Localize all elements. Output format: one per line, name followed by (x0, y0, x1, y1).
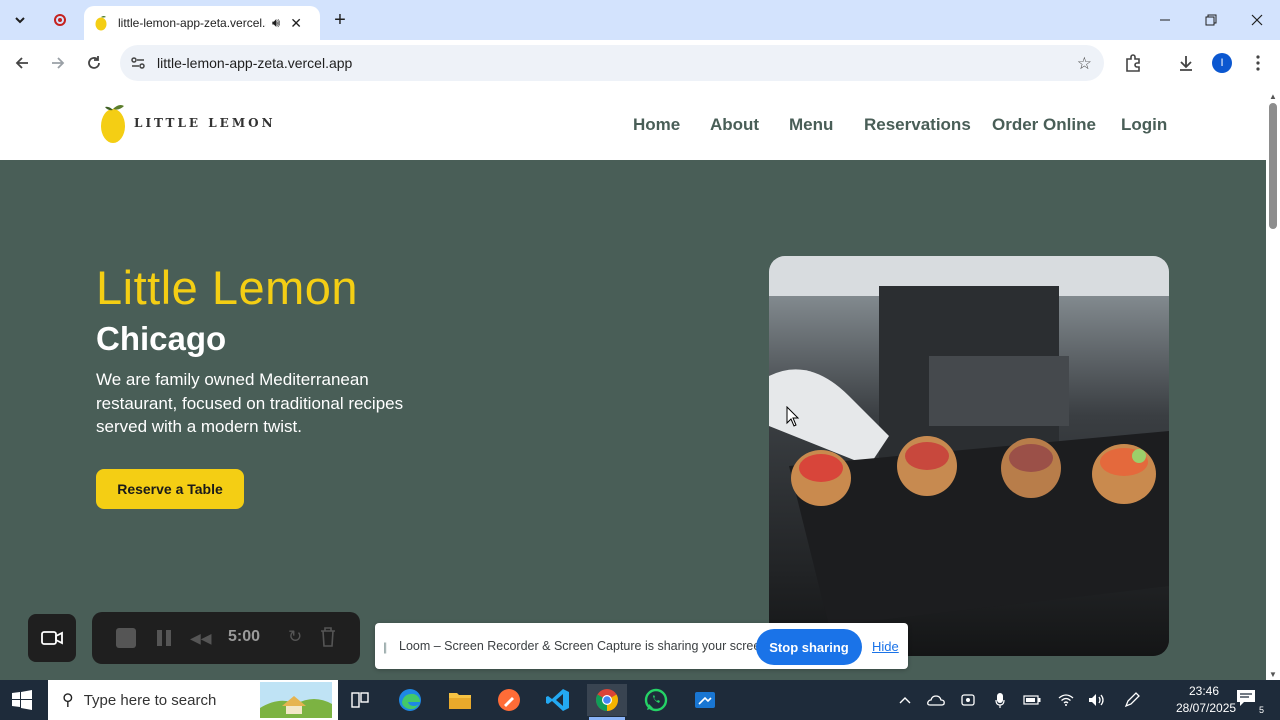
tab-active[interactable]: little-lemon-app-zeta.vercel.app 🔊︎ ✕ (84, 6, 320, 40)
action-center-button[interactable]: 5 (1236, 689, 1264, 715)
whatsapp-icon[interactable] (636, 684, 676, 716)
chrome-icon[interactable] (587, 684, 627, 720)
puzzle-icon (1126, 54, 1140, 72)
taskbar-search[interactable]: ⚲ Type here to search (48, 680, 338, 720)
search-highlight-image-icon (260, 682, 332, 718)
tab-title: little-lemon-app-zeta.vercel.app (118, 16, 266, 30)
close-tab-icon[interactable]: ✕ (290, 15, 302, 32)
pause-icon[interactable] (156, 629, 172, 647)
hero-description: We are family owned Mediterranean restau… (96, 370, 404, 436)
tray-overflow-chevron-icon[interactable] (895, 690, 915, 710)
record-icon (54, 14, 66, 26)
loom-controls: ◀◀ 5:00 ↻ (92, 612, 360, 664)
browser-tabstrip: little-lemon-app-zeta.vercel.app 🔊︎ ✕ + (0, 0, 1280, 40)
hero-section: Little Lemon Chicago We are family owned… (0, 160, 1266, 680)
nav-order-online[interactable]: Order Online (992, 115, 1096, 135)
mouse-cursor-icon (786, 406, 800, 427)
address-bar[interactable]: little-lemon-app-zeta.vercel.app ☆ (120, 45, 1104, 81)
bookmark-star-icon[interactable]: ☆ (1077, 54, 1092, 74)
snipping-tool-icon[interactable] (685, 684, 725, 716)
back-button[interactable] (8, 49, 36, 77)
close-icon (1251, 14, 1263, 26)
forward-button[interactable] (44, 49, 72, 77)
notification-icon (1237, 690, 1255, 706)
profile-avatar[interactable]: I (1212, 53, 1232, 73)
scroll-down-icon[interactable]: ▼ (1269, 670, 1277, 679)
new-tab-button[interactable]: + (328, 8, 352, 32)
site-header: LITTLE LEMON Home About Menu Reservation… (0, 91, 1266, 160)
trash-icon[interactable] (320, 627, 336, 647)
tab-search-button[interactable] (8, 8, 32, 32)
screen-share-notification: || Loom – Screen Recorder & Screen Captu… (375, 623, 908, 669)
search-placeholder: Type here to search (83, 691, 217, 709)
reload-icon (88, 56, 100, 69)
battery-icon[interactable] (1022, 690, 1042, 710)
hero-food-image (769, 256, 1169, 656)
arrow-left-icon (15, 57, 28, 69)
recording-timer: 5:00 (228, 628, 261, 645)
notification-count: 5 (1258, 705, 1264, 715)
stop-recording-icon[interactable] (116, 628, 136, 648)
chrome-menu-button[interactable] (1246, 51, 1270, 75)
taskbar-clock[interactable]: 23:46 28/07/2025 (1176, 683, 1237, 717)
edge-icon[interactable] (390, 684, 430, 716)
minimize-button[interactable] (1142, 0, 1188, 40)
search-icon: ⚲ (62, 692, 74, 709)
site-settings-icon[interactable] (130, 55, 146, 71)
meet-now-icon[interactable] (958, 690, 978, 710)
onedrive-icon[interactable] (926, 690, 946, 710)
scrollbar-thumb[interactable] (1269, 103, 1277, 229)
minimize-icon (1160, 19, 1170, 21)
pen-workspace-icon[interactable] (1122, 690, 1142, 710)
browser-toolbar: little-lemon-app-zeta.vercel.app ☆ (0, 40, 1280, 86)
page-viewport: LITTLE LEMON Home About Menu Reservation… (0, 91, 1266, 680)
downloads-button[interactable] (1174, 51, 1198, 75)
camera-icon (41, 631, 63, 645)
arrow-right-icon (52, 57, 65, 69)
reload-button[interactable] (80, 49, 108, 77)
nav-reservations[interactable]: Reservations (864, 115, 971, 135)
lemon-favicon-icon (95, 16, 107, 31)
hero-subtitle: Chicago (96, 320, 227, 357)
stop-sharing-button[interactable]: Stop sharing (756, 629, 862, 665)
windows-taskbar: ⚲ Type here to search 23:46 28/07/2025 5 (0, 680, 1280, 720)
nav-menu[interactable]: Menu (789, 115, 833, 135)
postman-icon[interactable] (489, 684, 529, 716)
scroll-up-icon[interactable]: ▲ (1269, 92, 1277, 101)
nav-home[interactable]: Home (633, 115, 680, 135)
clock-time: 23:46 (1188, 684, 1220, 698)
url-text[interactable]: little-lemon-app-zeta.vercel.app (157, 55, 352, 71)
recording-tab[interactable] (48, 8, 72, 32)
vscode-icon[interactable] (538, 684, 578, 716)
wifi-icon[interactable] (1056, 690, 1076, 710)
extensions-button[interactable] (1121, 51, 1145, 75)
restore-button[interactable] (1188, 0, 1234, 40)
main-nav: Home About Menu Reservations Order Onlin… (0, 115, 1266, 137)
download-icon (1180, 56, 1192, 71)
restart-icon[interactable]: ↻ (288, 627, 302, 647)
nav-login[interactable]: Login (1121, 115, 1167, 135)
page-scrollbar[interactable]: ▲ ▼ (1266, 91, 1280, 680)
hide-link[interactable]: Hide (872, 639, 899, 654)
more-vertical-icon (1256, 55, 1260, 71)
windows-start-icon[interactable] (12, 690, 32, 710)
hero-title: Little Lemon (96, 261, 359, 314)
drag-handle-icon[interactable]: || (383, 640, 387, 654)
close-window-button[interactable] (1234, 0, 1280, 40)
rewind-icon[interactable]: ◀◀ (190, 630, 212, 647)
share-message: Loom – Screen Recorder & Screen Capture … (399, 639, 771, 653)
volume-icon[interactable] (1087, 690, 1107, 710)
speaker-icon[interactable]: 🔊︎ (272, 15, 280, 31)
task-view-icon[interactable] (340, 684, 380, 716)
file-explorer-icon[interactable] (440, 684, 480, 716)
loom-camera-button[interactable] (28, 614, 76, 662)
microphone-icon[interactable] (990, 690, 1010, 710)
restore-icon (1205, 14, 1217, 26)
clock-date: 28/07/2025 (1176, 701, 1237, 715)
reserve-table-button[interactable]: Reserve a Table (96, 469, 244, 509)
chevron-down-icon (15, 17, 25, 24)
nav-about[interactable]: About (710, 115, 759, 135)
